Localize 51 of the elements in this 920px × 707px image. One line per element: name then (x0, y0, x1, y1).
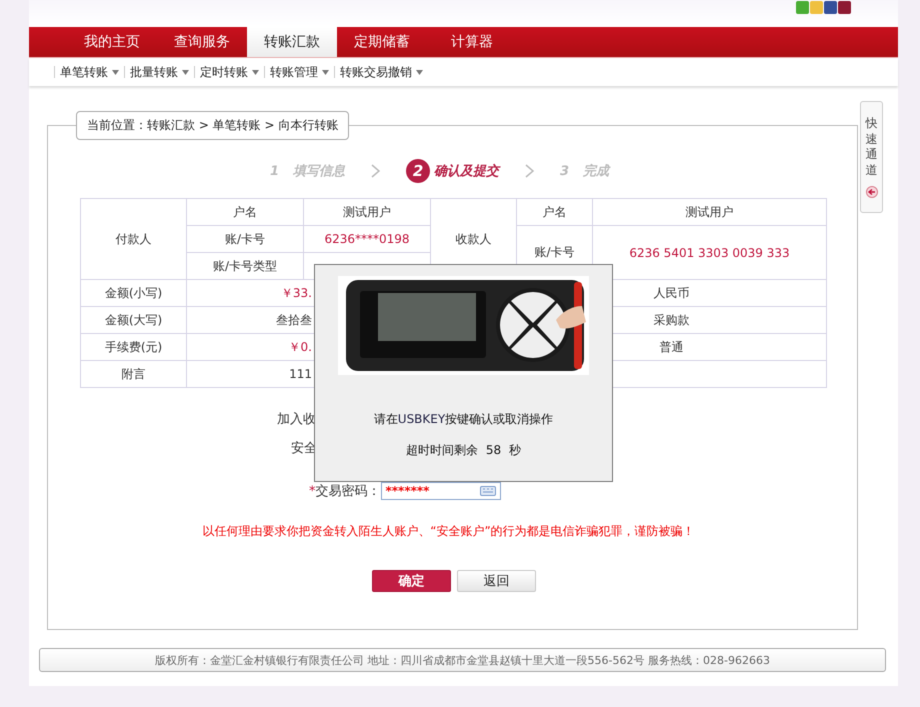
keyboard-icon[interactable] (480, 486, 496, 496)
nav-tab[interactable]: 转账汇款 (247, 27, 337, 57)
form-label: *交易密码： (309, 482, 380, 500)
confirm-button[interactable]: 确定 (372, 570, 451, 592)
theme-swatch[interactable] (824, 1, 837, 14)
subnav-menu[interactable]: 转账管理 (268, 64, 331, 80)
step-label: 确认及提交 (434, 162, 500, 180)
chevron-icon (371, 164, 380, 178)
table-cell: 手续费(元) (80, 334, 186, 360)
caret-icon (416, 70, 423, 74)
step-number: 2 (406, 159, 430, 183)
nav-tab[interactable]: 查询服务 (157, 27, 247, 57)
subnav-menu[interactable]: 批量转账 (128, 64, 191, 80)
table-cell: 账/卡号 (186, 226, 304, 252)
table-cell: 户名 (186, 198, 304, 226)
theme-swatch[interactable] (796, 1, 809, 14)
nav-tab[interactable]: 定期储蓄 (337, 27, 427, 57)
table-cell: 测试用户 (592, 198, 826, 226)
caret-icon (322, 70, 329, 74)
nav-tab[interactable]: 计算器 (427, 27, 517, 57)
subnav-menu[interactable]: 单笔转账 (58, 64, 121, 80)
table-cell: 金额(小写) (80, 280, 186, 306)
nav-tab[interactable]: 我的主页 (67, 27, 157, 57)
step-number: 3 (560, 164, 570, 178)
countdown-text: 超时时间剩余 58 秒 (406, 442, 522, 459)
subnav-menu[interactable]: 转账交易撤销 (338, 64, 425, 80)
caret-icon (252, 70, 259, 74)
caret-icon (112, 70, 119, 74)
table-cell: 附言 (80, 360, 186, 388)
subnav-menu[interactable]: 定时转账 (198, 64, 261, 80)
step-label: 填写信息 (293, 163, 346, 180)
theme-swatch[interactable] (810, 1, 823, 14)
back-button[interactable]: 返回 (457, 570, 536, 592)
form-label: 加入收 (277, 410, 316, 428)
quick-access-tab[interactable]: 快速通道 (860, 101, 883, 213)
password-field[interactable]: ******* (380, 482, 500, 500)
table-cell: 金额(大写) (80, 306, 186, 334)
table-cell: 账/卡号类型 (186, 252, 304, 280)
step-label: 完成 (583, 162, 610, 180)
step-number: 1 (270, 164, 280, 178)
dialog-message: 请在USBKEY按键确认或取消操作 (374, 411, 554, 428)
table-cell: 测试用户 (304, 198, 430, 226)
footer-text: 版权所有：金堂汇金村镇银行有限责任公司 地址：四川省成都市金堂县赵镇十里大道一段556-562号 服务热线：028-962663 (155, 652, 770, 668)
fraud-warning: 以任何理由要求你把资金转入陌生人账户、“安全账户”的行为都是电信诈骗犯罪，谨防被骗！ (201, 523, 696, 540)
table-cell: 付款人 (80, 198, 186, 280)
chevron-icon (525, 164, 534, 178)
arrow-circle-icon (866, 186, 878, 198)
breadcrumb: 当前位置：转账汇款 > 单笔转账 > 向本行转账 (76, 111, 350, 140)
table-cell: 户名 (516, 198, 592, 226)
theme-swatch[interactable] (838, 1, 851, 14)
caret-icon (182, 70, 189, 74)
